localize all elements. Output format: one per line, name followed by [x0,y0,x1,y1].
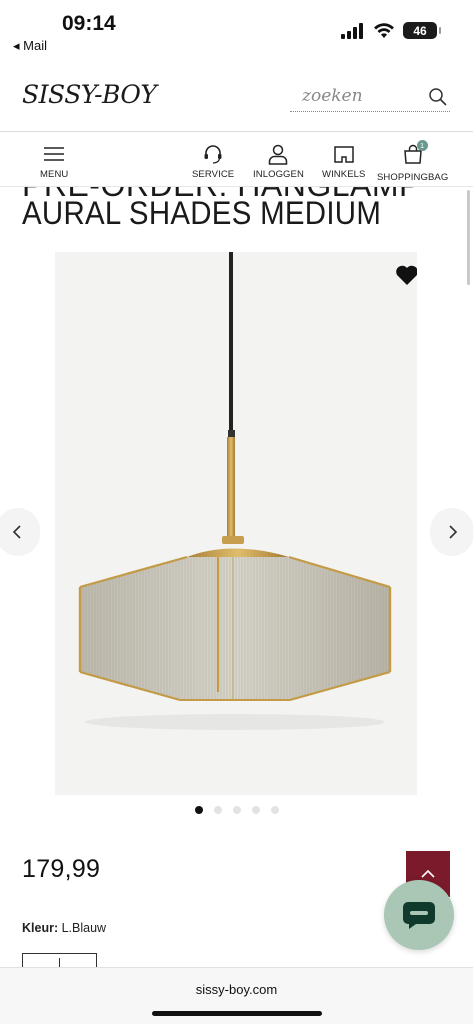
home-indicator [152,1011,322,1016]
page-scrollbar[interactable] [467,190,470,285]
nav-stores-button[interactable]: WINKELS [322,143,365,180]
battery-indicator: 46 [403,22,441,39]
shoppingbag-icon-wrap: 1 [402,140,428,172]
browser-address-bar[interactable]: sissy-boy.com [0,967,473,1024]
nav-stores-label: WINKELS [322,169,366,180]
gallery-dot-2[interactable] [213,806,222,814]
nav-shoppingbag-button[interactable]: 1 SHOPPINGBAG [377,140,449,183]
nav-service-label: SERVICE [192,169,235,180]
main-nav: MENU SERVICE INLOGGEN WINKELS 1 SHOPPING… [0,133,473,187]
user-icon [269,144,288,165]
store-icon [333,146,354,163]
color-label: Kleur: [22,921,59,935]
product-price: 179,99 [22,855,101,883]
color-value: L.Blauw [61,921,107,935]
quantity-selector[interactable] [22,953,97,968]
url-text[interactable]: sissy-boy.com [0,982,473,997]
nav-login-label: INLOGGEN [253,169,304,180]
status-time: 09:14 [62,12,116,35]
search-icon[interactable] [428,87,448,107]
product-gallery[interactable] [55,252,417,795]
nav-service-button[interactable]: SERVICE [192,143,234,180]
product-title: AURAL SHADES MEDIUM [22,195,382,231]
gallery-dot-1[interactable] [194,806,203,814]
site-logo[interactable]: SISSY-BOY [22,80,157,109]
nav-menu-button[interactable]: MENU [40,143,68,180]
gallery-next-button[interactable] [430,508,473,556]
nav-login-button[interactable]: INLOGGEN [253,143,304,180]
search-bar [290,84,450,112]
chevron-left-icon [12,525,21,539]
chevron-right-icon [449,525,458,539]
color-selector-label: Kleur: L.Blauw [22,921,106,935]
signal-icon [341,22,363,39]
nav-menu-label: MENU [40,169,69,180]
favorite-heart-icon[interactable] [395,264,417,286]
gallery-dot-5[interactable] [270,806,279,814]
product-image [78,252,392,730]
gallery-dot-4[interactable] [251,806,260,814]
back-to-mail-link[interactable]: ◂ Mail [13,38,47,54]
product-title-block: PRE-ORDER: HANGLAMP AURAL SHADES MEDIUM [22,187,442,233]
chat-bubble-icon [403,902,435,929]
search-input[interactable] [290,84,420,108]
gallery-dot-3[interactable] [232,806,241,814]
hamburger-icon [44,147,65,161]
chevron-up-icon [421,869,435,878]
status-icons: 46 [341,22,441,39]
chat-button[interactable] [384,880,454,950]
status-bar: 09:14 ◂ Mail 46 [0,0,473,62]
site-header: SISSY-BOY [0,62,473,132]
shoppingbag-count-badge: 1 [416,140,428,151]
wifi-icon [374,22,394,38]
gallery-prev-button[interactable] [0,508,40,556]
nav-shoppingbag-label: SHOPPINGBAG [377,172,449,183]
headset-icon [204,145,222,164]
gallery-pagination [0,806,473,814]
